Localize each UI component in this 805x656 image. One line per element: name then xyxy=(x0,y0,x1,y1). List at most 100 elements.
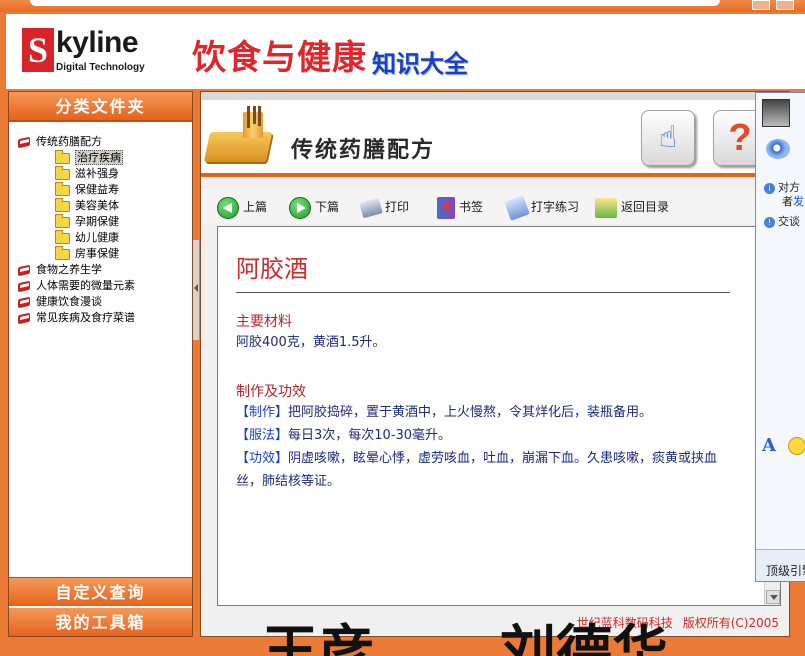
messenger-info-line-2: 者发 xyxy=(782,195,804,208)
article-toolbar: 上篇 下篇 打印 书签 打字练习 返回目录 xyxy=(201,188,789,224)
font-icon[interactable]: A xyxy=(762,435,776,456)
panel-splitter[interactable] xyxy=(193,240,199,340)
bookmark-label: 书签 xyxy=(459,200,484,214)
close-button[interactable] xyxy=(776,0,794,10)
method-line: 【制作】把阿胶捣碎，置于黄酒中，上火慢熬，令其烊化后，装瓶备用。 xyxy=(236,401,736,424)
tree-item-disease-treatment[interactable]: 治疗疾病 xyxy=(17,149,188,166)
tree-item-marital-health[interactable]: 房事保健 xyxy=(17,245,188,262)
tree-item-label: 人体需要的微量元素 xyxy=(36,279,135,292)
tree-item-infant[interactable]: 幼儿健康 xyxy=(17,229,188,246)
typing-hand-icon xyxy=(504,194,530,221)
pointer-help-button[interactable]: ☝ xyxy=(641,110,695,166)
index-icon xyxy=(595,197,617,218)
logo-word: kyline xyxy=(56,26,139,59)
tree-item-label: 滋补强身 xyxy=(75,167,119,180)
tree-item-label: 食物之养生学 xyxy=(36,263,102,276)
app-subtitle: 知识大全 xyxy=(372,50,468,78)
app-title: 饮食与健康 xyxy=(192,38,367,78)
line-text: 把阿胶捣碎，置于黄酒中，上火慢熬，令其烊化后，装瓶备用。 xyxy=(288,405,653,420)
book-icon xyxy=(17,313,33,324)
category-panel-header: 分类文件夹 xyxy=(9,92,192,122)
tree-item-traditional-recipes[interactable]: 传统药膳配方 xyxy=(17,134,188,150)
bookmark-icon xyxy=(437,196,455,219)
folder-icon xyxy=(55,165,70,180)
question-icon: ? xyxy=(728,117,752,159)
tree-item-healthy-eating[interactable]: 健康饮食漫谈 xyxy=(17,294,188,310)
folder-icon xyxy=(55,213,70,228)
prev-label: 上篇 xyxy=(243,200,268,214)
tree-item-label: 保健益寿 xyxy=(75,183,119,196)
tree-item-label: 孕期保健 xyxy=(75,215,119,228)
hand-pointer-icon: ☝ xyxy=(658,120,678,155)
tree-item-food-health[interactable]: 食物之养生学 xyxy=(17,262,188,278)
article-view: 阿胶酒 主要材料 阿胶400克，黄酒1.5升。 制作及功效 【制作】把阿胶捣碎，… xyxy=(217,226,781,606)
book-icon xyxy=(17,265,33,276)
tree-item-disease-recipes[interactable]: 常见疾病及食疗菜谱 xyxy=(17,310,188,326)
method-paragraph: 【制作】把阿胶捣碎，置于黄酒中，上火慢熬，令其烊化后，装瓶备用。 【服法】每日3… xyxy=(236,401,736,493)
app-header: S kyline Digital Technology 饮食与健康 知识大全 xyxy=(6,14,805,89)
tree-item-label: 健康饮食漫谈 xyxy=(36,295,102,308)
webcam-icon[interactable] xyxy=(766,139,790,159)
next-article-button[interactable]: 下篇 xyxy=(289,196,340,219)
book-icon xyxy=(17,297,33,308)
tree-item-label: 幼儿健康 xyxy=(75,231,119,244)
bookmark-button[interactable]: 书签 xyxy=(437,196,484,219)
page-title: 传统药膳配方 xyxy=(291,138,436,163)
minimize-button[interactable] xyxy=(752,0,770,10)
print-label: 打印 xyxy=(385,200,410,214)
tree-item-label: 常见疾病及食疗菜谱 xyxy=(36,311,135,324)
title-divider xyxy=(236,292,730,293)
messenger-link[interactable]: 发 xyxy=(793,195,804,208)
tree-item-trace-elements[interactable]: 人体需要的微量元素 xyxy=(17,278,188,294)
tree-item-nourish[interactable]: 滋补强身 xyxy=(17,165,188,182)
typing-practice-button[interactable]: 打字练习 xyxy=(504,194,580,221)
line-text: 每日3次，每次10-30毫升。 xyxy=(288,428,452,443)
line-tag: 【功效】 xyxy=(236,451,289,466)
logo-mark: S xyxy=(22,28,54,72)
content-header: 传统药膳配方 ☝ ? xyxy=(201,92,789,177)
ingredients-text: 阿胶400克，黄酒1.5升。 xyxy=(236,335,386,350)
folder-icon xyxy=(55,197,70,212)
window-titlebar xyxy=(0,0,805,12)
bottom-banner-right: 刘德华 xyxy=(500,619,668,656)
category-panel: 分类文件夹 传统药膳配方 治疗疾病 滋补强身 保健益寿 美容美体 孕期保健 幼儿… xyxy=(8,91,193,637)
bottom-banner-left: 王彦 xyxy=(262,619,374,656)
article-title: 阿胶酒 xyxy=(236,255,308,283)
category-tree: 传统药膳配方 治疗疾病 滋补强身 保健益寿 美容美体 孕期保健 幼儿健康 房事保… xyxy=(17,134,188,326)
arrow-right-icon xyxy=(289,196,311,219)
section-heading-ingredients: 主要材料 xyxy=(236,314,292,330)
book-icon xyxy=(17,137,33,148)
toolbox-button[interactable]: 我的工具箱 xyxy=(9,607,192,636)
line-tag: 【制作】 xyxy=(236,405,289,420)
line-tag: 【服法】 xyxy=(236,428,289,443)
tree-item-label: 治疗疾病 xyxy=(75,150,123,165)
scroll-down-button[interactable] xyxy=(766,590,780,604)
tree-item-pregnancy[interactable]: 孕期保健 xyxy=(17,213,188,230)
tree-item-label: 房事保健 xyxy=(75,247,119,260)
folder-icon xyxy=(55,181,70,196)
next-label: 下篇 xyxy=(315,200,340,214)
messenger-chat-line: ! 交谈 xyxy=(764,213,800,229)
article-body: 阿胶酒 主要材料 阿胶400克，黄酒1.5升。 制作及功效 【制作】把阿胶捣碎，… xyxy=(218,227,764,605)
typing-label: 打字练习 xyxy=(531,200,580,214)
tree-item-longevity[interactable]: 保健益寿 xyxy=(17,181,188,198)
print-button[interactable]: 打印 xyxy=(359,196,410,218)
prev-article-button[interactable]: 上篇 xyxy=(217,196,268,219)
tree-item-beauty[interactable]: 美容美体 xyxy=(17,197,188,214)
printer-icon xyxy=(359,197,383,218)
custom-query-button[interactable]: 自定义查询 xyxy=(9,577,192,606)
tree-item-label: 美容美体 xyxy=(75,199,119,212)
messenger-panel: i对方 者发 !交谈 A 顶级引擎 xyxy=(755,92,805,582)
method-line: 【功效】阴虚咳嗽，眩晕心悸，虚劳咳血，吐血，崩漏下血。久患咳嗽，痰黄或挟血丝，肺… xyxy=(236,447,736,493)
folder-open-icon xyxy=(55,149,70,164)
messenger-footer: 顶级引擎 xyxy=(756,549,805,581)
tree-item-label: 传统药膳配方 xyxy=(36,135,102,148)
back-to-index-button[interactable]: 返回目录 xyxy=(595,196,669,218)
arrow-left-icon xyxy=(217,196,239,219)
back-label: 返回目录 xyxy=(621,200,670,214)
line-text: 阴虚咳嗽，眩晕心悸，虚劳咳血，吐血，崩漏下血。久患咳嗽，痰黄或挟血丝，肺结核等证… xyxy=(236,451,718,489)
titlebar-caption xyxy=(30,0,720,6)
emoticon-icon[interactable] xyxy=(788,437,805,455)
copyright-rights: 版权所有(C)2005 xyxy=(682,616,779,630)
avatar[interactable] xyxy=(762,99,790,127)
